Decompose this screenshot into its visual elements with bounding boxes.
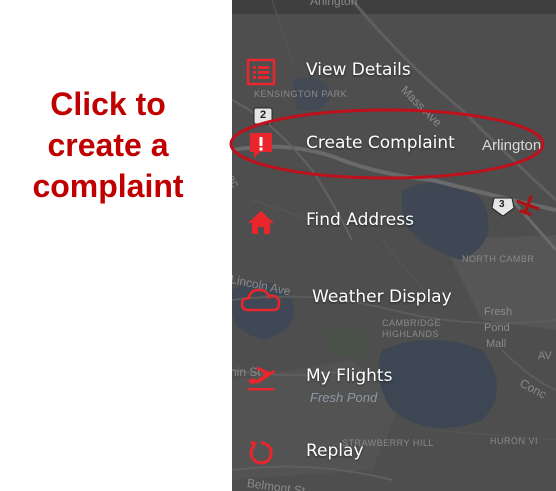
annotation-callout: Click to create a complaint	[8, 84, 208, 207]
menu-item-my-flights[interactable]: My Flights	[232, 353, 556, 403]
screenshot-stage: Click to create a complaint Arlington KE…	[0, 0, 556, 491]
exclamation-icon	[244, 130, 278, 160]
menu-item-weather-display[interactable]: Weather Display	[232, 274, 556, 324]
cloud-icon	[240, 284, 282, 314]
annotation-line-2: create a	[47, 127, 169, 163]
annotation-line-3: complaint	[32, 168, 184, 204]
home-icon	[244, 207, 278, 237]
list-details-icon	[244, 57, 278, 87]
menu-item-view-details[interactable]: View Details	[232, 47, 556, 97]
menu-label-create-complaint: Create Complaint	[306, 133, 455, 153]
menu-item-create-complaint[interactable]: Create Complaint	[232, 120, 556, 170]
airplane-takeoff-icon	[244, 363, 278, 393]
menu-label-weather-display: Weather Display	[312, 287, 452, 307]
menu-label-view-details: View Details	[306, 60, 411, 80]
replay-icon	[244, 438, 278, 468]
menu-item-find-address[interactable]: Find Address	[232, 197, 556, 247]
menu-item-replay[interactable]: Replay	[232, 428, 556, 478]
map-panel[interactable]: Arlington KENSINGTON PARK Mass Ave Arlin…	[232, 0, 556, 491]
annotation-line-1: Click to	[50, 86, 166, 122]
menu-label-replay: Replay	[306, 441, 364, 461]
menu-label-find-address: Find Address	[306, 210, 414, 230]
menu-label-my-flights: My Flights	[306, 366, 393, 386]
